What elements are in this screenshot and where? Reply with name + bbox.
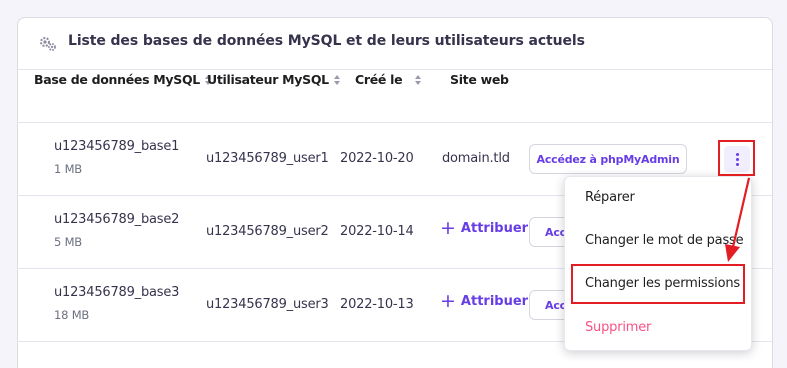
created-date: 2022-10-13 xyxy=(340,297,414,312)
column-header-label: Utilisateur MySQL xyxy=(207,72,329,87)
sort-icon xyxy=(333,74,341,85)
phpmyadmin-button[interactable]: Accédez à phpMyAdmin xyxy=(529,144,687,174)
assign-website-button[interactable]: + Attribuer xyxy=(440,219,528,238)
database-size: 18 MB xyxy=(54,308,90,322)
column-header-created[interactable]: Créé le xyxy=(355,72,422,87)
menu-item-change-password[interactable]: Changer le mot de passe xyxy=(585,233,744,248)
plus-icon: + xyxy=(440,290,456,312)
database-name: u123456789_base3 xyxy=(54,285,180,300)
database-size: 1 MB xyxy=(54,162,82,176)
menu-item-delete[interactable]: Supprimer xyxy=(585,320,651,335)
website-domain: domain.tld xyxy=(442,151,510,166)
card-title: Liste des bases de données MySQL et de l… xyxy=(68,33,585,49)
plus-icon: + xyxy=(440,217,456,239)
highlight-box xyxy=(571,264,745,304)
gears-icon xyxy=(40,37,56,51)
created-date: 2022-10-20 xyxy=(340,151,414,166)
assign-label: Attribuer xyxy=(460,294,529,309)
column-header-label: Site web xyxy=(450,72,509,87)
sort-icon xyxy=(415,74,422,85)
menu-item-repair[interactable]: Réparer xyxy=(585,190,635,205)
created-date: 2022-10-14 xyxy=(340,224,414,239)
divider xyxy=(17,122,773,123)
database-user: u123456789_user1 xyxy=(206,151,329,166)
highlight-box xyxy=(718,140,755,176)
column-header-label: Base de données MySQL xyxy=(34,72,200,87)
database-user: u123456789_user2 xyxy=(206,224,329,239)
column-header-label: Créé le xyxy=(355,72,403,87)
database-name: u123456789_base2 xyxy=(54,212,180,227)
assign-label: Attribuer xyxy=(460,221,529,236)
assign-website-button[interactable]: + Attribuer xyxy=(440,292,528,311)
database-user: u123456789_user3 xyxy=(206,297,329,312)
column-header-website: Site web xyxy=(450,72,509,87)
database-size: 5 MB xyxy=(54,235,82,249)
card-header: Liste des bases de données MySQL et de l… xyxy=(18,18,772,70)
database-name: u123456789_base1 xyxy=(54,139,180,154)
column-header-database[interactable]: Base de données MySQL xyxy=(34,72,212,87)
column-header-user[interactable]: Utilisateur MySQL xyxy=(207,72,341,87)
